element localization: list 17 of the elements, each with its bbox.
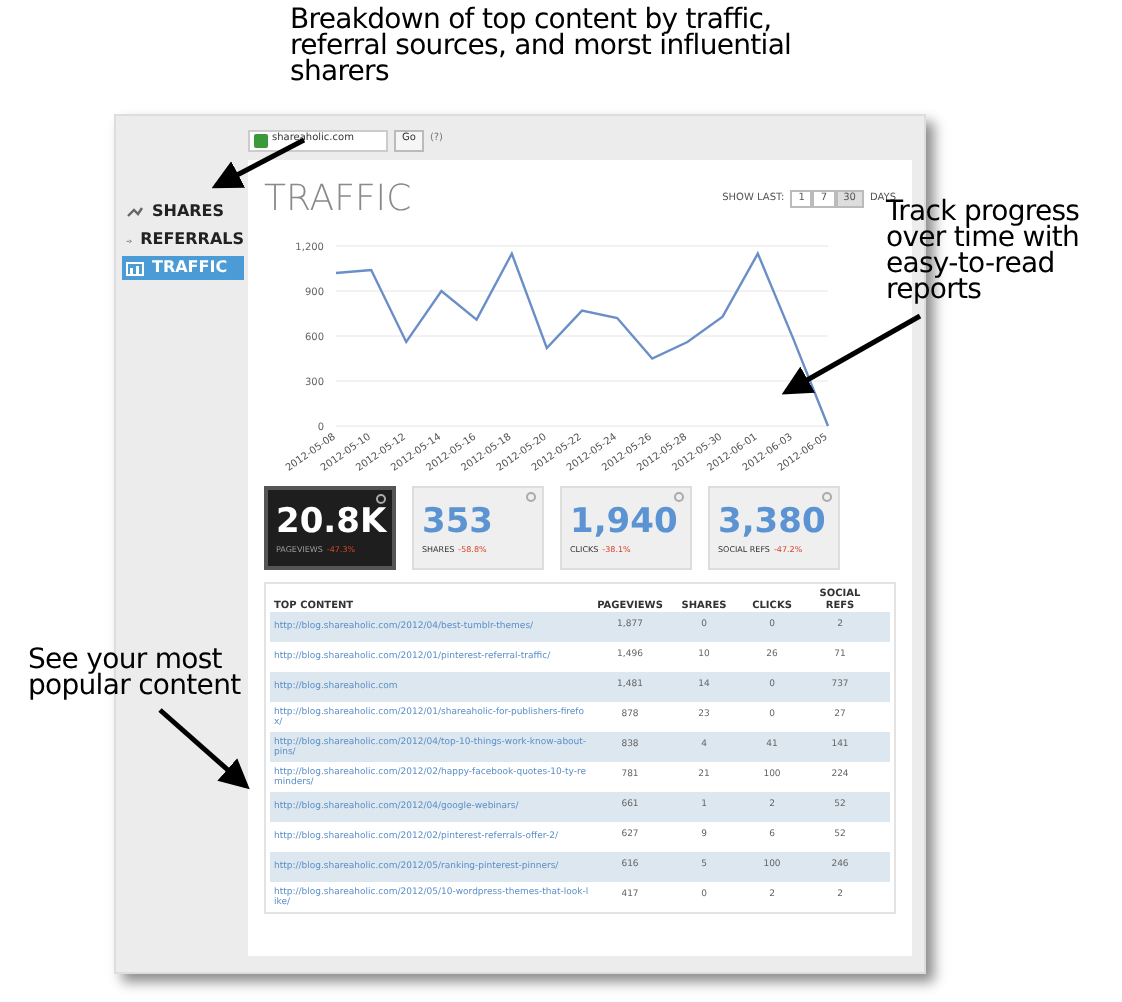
annotation-text: See your most popular content: [28, 648, 243, 700]
favicon-icon: [254, 133, 268, 147]
share-icon: [126, 205, 144, 219]
annotation-text: Breakdown of top content by traffic, referral sources, and morst influential sharers: [290, 8, 794, 86]
page-title: TRAFFIC: [264, 176, 412, 224]
stat-value: 20.8K: [276, 500, 384, 544]
info-icon[interactable]: [376, 494, 386, 504]
stat-value: 3,380: [718, 500, 828, 544]
nav-item[interactable]: TRAFFIC: [122, 256, 244, 280]
arrow: [158, 708, 250, 790]
stat-value: 1,940: [570, 500, 680, 544]
stat-value: 353: [422, 500, 495, 544]
nav-item[interactable]: SHARES: [122, 200, 244, 224]
nav-item[interactable]: REFERRALS: [122, 228, 244, 252]
arrow: [781, 313, 922, 395]
annotation-text: Track progress over time with easy-to-read reports: [886, 200, 1082, 304]
chart-icon: [126, 261, 144, 275]
